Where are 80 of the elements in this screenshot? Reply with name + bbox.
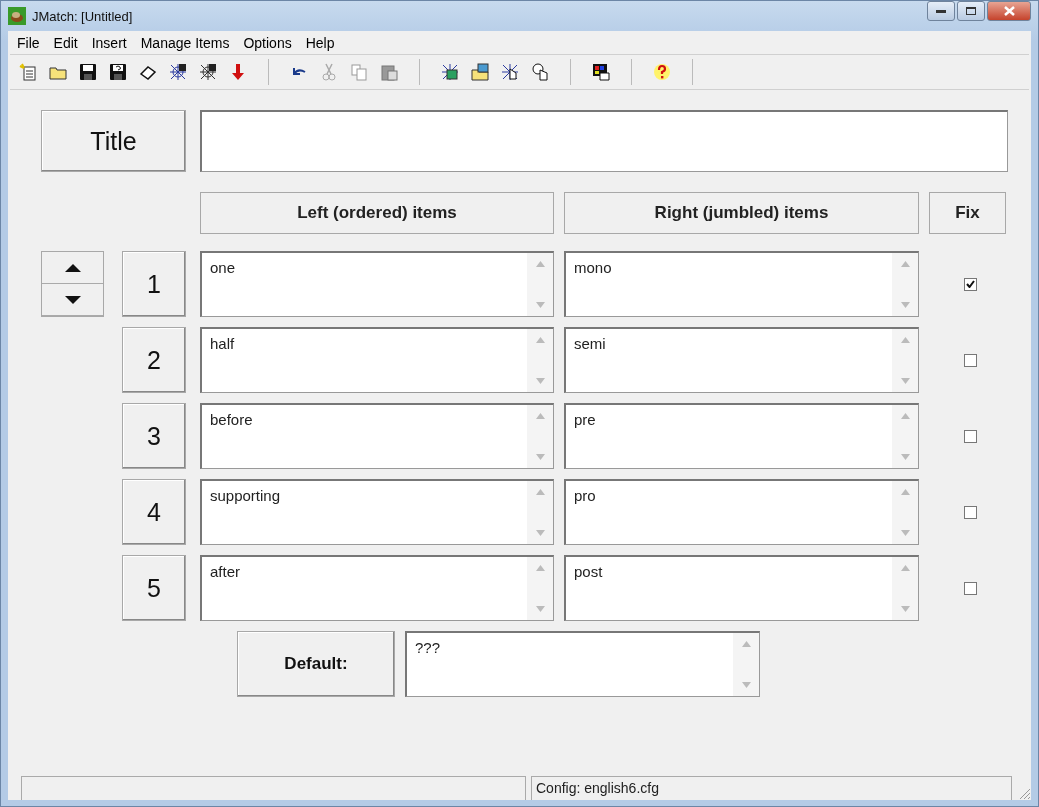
text-area[interactable]: ???	[405, 631, 760, 697]
menu-item[interactable]: Help	[298, 34, 342, 51]
text-area[interactable]: half	[200, 327, 554, 393]
row-number-button[interactable]: 4	[122, 479, 186, 545]
new-file-icon[interactable]	[19, 63, 37, 81]
status-text: Config: english6.cfg	[531, 776, 1012, 800]
menu-item[interactable]: Edit	[46, 34, 85, 51]
menu-item[interactable]: File	[10, 34, 47, 51]
scissors-icon[interactable]	[320, 63, 338, 81]
row-number-button[interactable]: 3	[122, 403, 186, 469]
menu-item[interactable]: Manage Items	[133, 34, 237, 51]
scroll-up-icon[interactable]	[535, 413, 545, 419]
copy-icon[interactable]	[350, 63, 368, 81]
scroll-up-icon[interactable]	[900, 489, 910, 495]
down-arrow-icon[interactable]	[229, 63, 247, 81]
folder-image-icon[interactable]	[471, 63, 489, 81]
title-field[interactable]	[200, 110, 1008, 172]
scroll-up-icon[interactable]	[535, 261, 545, 267]
palette-icon[interactable]	[592, 63, 610, 81]
scroll-down-icon[interactable]	[900, 606, 910, 612]
row-number-button[interactable]: 5	[122, 555, 186, 621]
close-button[interactable]	[987, 1, 1031, 21]
scroll-up-icon[interactable]	[535, 565, 545, 571]
text-area[interactable]: pro	[564, 479, 919, 545]
text-area[interactable]: after	[200, 555, 554, 621]
up-arrow-icon	[64, 263, 81, 272]
column-header: Fix	[929, 192, 1006, 234]
scroll-up-icon[interactable]	[741, 641, 751, 647]
default-label-button[interactable]: Default:	[237, 631, 395, 697]
scroll-up-icon[interactable]	[900, 261, 910, 267]
scroll-down-icon[interactable]	[535, 378, 545, 384]
save-as-icon[interactable]	[109, 63, 127, 81]
maximize-icon	[966, 7, 976, 15]
close-icon	[1003, 6, 1015, 16]
text-area[interactable]: mono	[564, 251, 919, 317]
scroll-down-icon[interactable]	[535, 606, 545, 612]
scroll-down-icon[interactable]	[535, 454, 545, 460]
app-icon	[8, 7, 26, 25]
fix-checkbox[interactable]	[963, 277, 977, 291]
menu-item[interactable]: Options	[236, 34, 299, 51]
scroll-up-icon[interactable]	[535, 337, 545, 343]
scroll-down-icon[interactable]	[535, 530, 545, 536]
row-number-button[interactable]: 2	[122, 327, 186, 393]
title-button[interactable]: Title	[41, 110, 186, 172]
down-arrow-icon	[64, 295, 81, 304]
fix-checkbox[interactable]	[963, 429, 977, 443]
scroll-down-icon[interactable]	[900, 378, 910, 384]
paste-icon[interactable]	[380, 63, 398, 81]
scroll-up-icon[interactable]	[535, 489, 545, 495]
move-down-button[interactable]	[42, 284, 103, 316]
scroll-down-icon[interactable]	[900, 530, 910, 536]
scroll-down-icon[interactable]	[900, 302, 910, 308]
scroll-up-icon[interactable]	[900, 413, 910, 419]
resize-grip-icon[interactable]	[1017, 786, 1031, 800]
scroll-down-icon[interactable]	[900, 454, 910, 460]
help-icon[interactable]	[653, 63, 671, 81]
move-up-button[interactable]	[42, 252, 103, 284]
scroll-down-icon[interactable]	[741, 682, 751, 688]
text-area[interactable]: one	[200, 251, 554, 317]
column-header: Right (jumbled) items	[564, 192, 919, 234]
minimize-button[interactable]	[927, 1, 955, 21]
minimize-icon	[936, 9, 946, 13]
maximize-button[interactable]	[957, 1, 985, 21]
text-area[interactable]: supporting	[200, 479, 554, 545]
text-area[interactable]: pre	[564, 403, 919, 469]
scroll-up-icon[interactable]	[900, 565, 910, 571]
window-title: JMatch: [Untitled]	[32, 8, 134, 24]
menu-item[interactable]: Insert	[84, 34, 134, 51]
text-area[interactable]: before	[200, 403, 554, 469]
text-area[interactable]: semi	[564, 327, 919, 393]
check-icon	[965, 280, 975, 288]
column-header: Left (ordered) items	[200, 192, 554, 234]
scroll-down-icon[interactable]	[535, 302, 545, 308]
scroll-up-icon[interactable]	[900, 337, 910, 343]
text-area[interactable]: post	[564, 555, 919, 621]
fix-checkbox[interactable]	[963, 353, 977, 367]
save-icon[interactable]	[79, 63, 97, 81]
row-number-button[interactable]: 1	[122, 251, 186, 317]
fix-checkbox[interactable]	[963, 581, 977, 595]
fix-checkbox[interactable]	[963, 505, 977, 519]
